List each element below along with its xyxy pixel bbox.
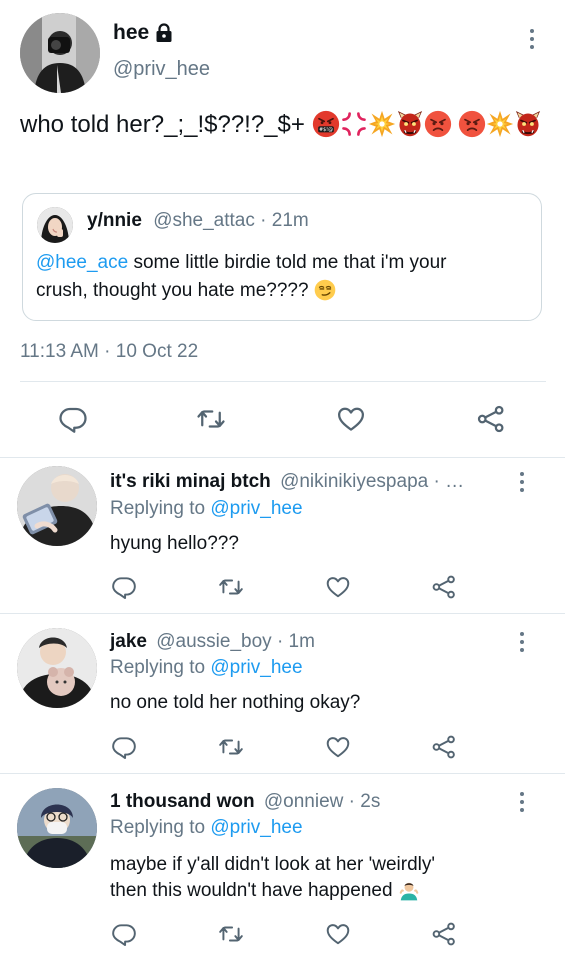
reply-display-name[interactable]: 1 thousand won: [110, 791, 255, 812]
angry-face-icon: [458, 110, 486, 138]
cursing-face-icon: [312, 110, 340, 138]
avatar[interactable]: [17, 788, 97, 868]
share-icon[interactable]: [431, 734, 457, 760]
quoted-text-line1: some little birdie told me that i'm your: [128, 252, 447, 273]
tweet-text-body: who told her?_;_!$??!?_$+: [20, 111, 305, 138]
avatar[interactable]: [17, 466, 97, 546]
reply-tweet[interactable]: it's riki minaj btch @nikinikiyespapa · …: [0, 458, 565, 613]
ogre-icon: [396, 110, 424, 138]
share-icon[interactable]: [476, 404, 506, 434]
tweet-timestamp[interactable]: 11:13 AM · 10 Oct 22: [20, 341, 198, 363]
reply-display-name[interactable]: jake: [110, 631, 147, 652]
smirking-face-icon: [314, 279, 336, 301]
reply-text-line: then this wouldn't have happened: [110, 880, 393, 901]
lock-icon: [155, 23, 173, 43]
retweet-icon[interactable]: [196, 404, 226, 434]
reply-icon[interactable]: [111, 574, 137, 600]
reply-icon[interactable]: [111, 921, 137, 947]
author-handle[interactable]: @priv_hee: [113, 58, 210, 81]
reply-icon[interactable]: [111, 734, 137, 760]
avatar[interactable]: [17, 628, 97, 708]
retweet-icon[interactable]: [218, 574, 244, 600]
author-display-name[interactable]: hee: [113, 21, 149, 45]
reply-text-line: maybe if y'all didn't look at her 'weird…: [110, 854, 435, 875]
quoted-text-line2: crush, thought you hate me????: [36, 280, 309, 301]
share-icon[interactable]: [431, 921, 457, 947]
avatar[interactable]: [20, 13, 100, 93]
reply-icon[interactable]: [58, 404, 88, 434]
replying-to-label: Replying to: [110, 657, 206, 678]
more-icon[interactable]: [512, 788, 532, 816]
retweet-icon[interactable]: [218, 734, 244, 760]
more-icon[interactable]: [522, 25, 542, 53]
reply-handle[interactable]: @onniew · 2s: [264, 791, 380, 812]
anger-symbol-icon: [340, 110, 368, 138]
quoted-age: · 21m: [260, 210, 309, 231]
more-icon[interactable]: [512, 468, 532, 496]
share-icon[interactable]: [431, 574, 457, 600]
collision-icon: [368, 110, 396, 138]
ogre-icon: [514, 110, 542, 138]
reply-handle[interactable]: @aussie_boy · 1m: [156, 631, 315, 652]
replying-to-label: Replying to: [110, 498, 206, 519]
reply-text: maybe if y'all didn't look at her 'weird…: [110, 852, 550, 904]
tweet-text: who told her?_;_!$??!?_$+: [20, 108, 550, 142]
divider: [20, 381, 546, 382]
angry-face-icon: [424, 110, 452, 138]
retweet-icon[interactable]: [218, 921, 244, 947]
quoted-mention-link[interactable]: @hee_ace: [36, 252, 128, 273]
quoted-tweet-card[interactable]: y/nnie @she_attac · 21m @hee_ace some li…: [22, 193, 542, 321]
replying-to-label: Replying to: [110, 817, 206, 838]
replying-to-link[interactable]: @priv_hee: [210, 817, 302, 838]
like-icon[interactable]: [336, 404, 366, 434]
quoted-handle[interactable]: @she_attac: [153, 210, 255, 231]
reply-text: hyung hello???: [110, 533, 239, 554]
avatar: [37, 207, 73, 243]
like-icon[interactable]: [325, 574, 351, 600]
quoted-display-name[interactable]: y/nnie: [87, 210, 142, 231]
reply-handle[interactable]: @nikinikiyespapa · …: [280, 471, 464, 492]
reply-display-name[interactable]: it's riki minaj btch: [110, 471, 271, 492]
reply-text: no one told her nothing okay?: [110, 692, 361, 713]
like-icon[interactable]: [325, 734, 351, 760]
collision-icon: [486, 110, 514, 138]
reply-tweet[interactable]: 1 thousand won @onniew · 2s Replying to …: [0, 774, 565, 960]
like-icon[interactable]: [325, 921, 351, 947]
person-shrugging-icon: [398, 879, 420, 901]
reply-tweet[interactable]: jake @aussie_boy · 1m Replying to @priv_…: [0, 614, 565, 772]
replying-to-link[interactable]: @priv_hee: [210, 498, 302, 519]
replying-to-link[interactable]: @priv_hee: [210, 657, 302, 678]
more-icon[interactable]: [512, 628, 532, 656]
